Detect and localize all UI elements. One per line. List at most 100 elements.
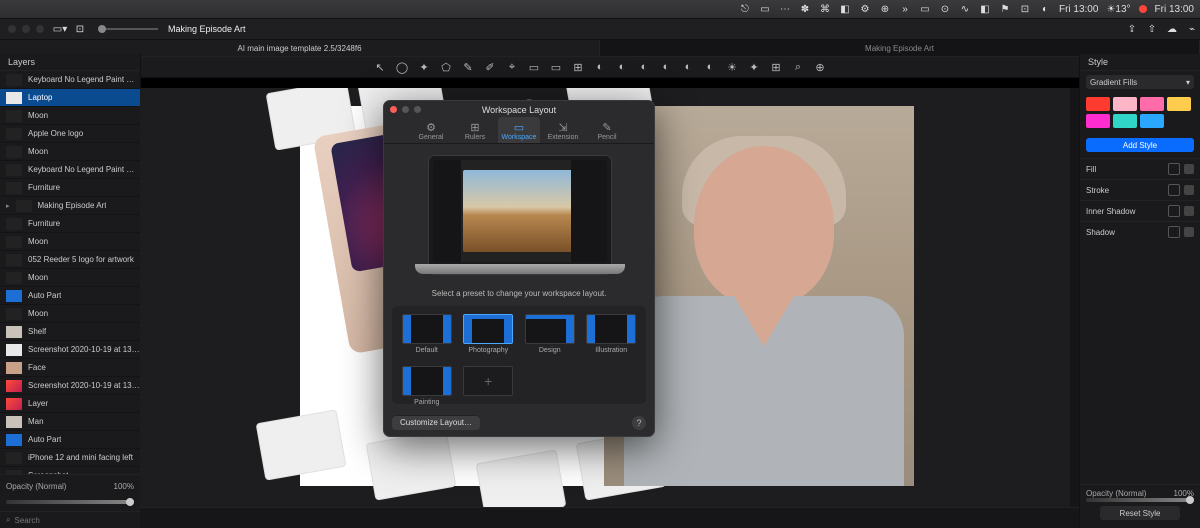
layer-name: Screenshot 2020-10-19 at 13.0… <box>28 381 140 390</box>
menubar-status-icon[interactable]: ◧ <box>979 3 991 15</box>
layer-row[interactable]: 052 Reeder 5 logo for artwork <box>0 251 140 269</box>
preset-painting[interactable]: Painting <box>400 366 454 410</box>
reset-style-button[interactable]: Reset Style <box>1100 506 1180 520</box>
add-style-button[interactable]: Add Style <box>1086 138 1194 152</box>
apple-menu-icon[interactable] <box>10 3 22 15</box>
export-icon[interactable]: ⇪ <box>1126 23 1138 35</box>
menubar-status-icon[interactable]: ∿ <box>959 3 971 15</box>
layer-row[interactable]: Moon <box>0 305 140 323</box>
layers-list[interactable]: Keyboard No Legend Paint CopyLaptopMoonA… <box>0 71 140 474</box>
layer-row[interactable]: Man <box>0 413 140 431</box>
preset-photography[interactable]: Photography <box>462 314 516 358</box>
notification-dot-icon[interactable] <box>1139 5 1147 13</box>
menubar-status-icon[interactable]: ⊡ <box>1019 3 1031 15</box>
dialog-tab-extension[interactable]: ⇲Extension <box>542 117 584 143</box>
layer-row[interactable]: Furniture <box>0 179 140 197</box>
layer-row[interactable]: iPhone 12 and mini facing left <box>0 449 140 467</box>
layer-row[interactable]: Moon <box>0 143 140 161</box>
menubar-status-icon[interactable]: ⊕ <box>879 3 891 15</box>
layer-row[interactable]: Moon <box>0 269 140 287</box>
layer-name: Furniture <box>28 219 60 228</box>
property-toggle-icon[interactable] <box>1168 205 1180 217</box>
menubar-clock[interactable]: Fri 13:00 <box>1059 3 1098 15</box>
style-opacity-slider[interactable] <box>1086 498 1194 502</box>
menubar-status-icon[interactable]: ⚑ <box>999 3 1011 15</box>
document-title: Making Episode Art <box>168 24 246 34</box>
layer-row[interactable]: Layer <box>0 395 140 413</box>
color-swatch[interactable] <box>1086 114 1110 128</box>
style-property-row[interactable]: Shadow <box>1080 221 1200 242</box>
layer-row[interactable]: Shelf <box>0 323 140 341</box>
layer-row[interactable]: Auto Part <box>0 431 140 449</box>
layer-row[interactable]: Screenshot 2020-10-19 at 13.0… <box>0 377 140 395</box>
menubar-status-icon[interactable]: ⋯ <box>779 3 791 15</box>
style-property-row[interactable]: Inner Shadow <box>1080 200 1200 221</box>
layer-row[interactable]: Face <box>0 359 140 377</box>
help-button[interactable]: ? <box>632 416 646 430</box>
layer-row[interactable]: Moon <box>0 107 140 125</box>
dialog-tab-workspace[interactable]: ▭Workspace <box>498 117 540 143</box>
menubar-status-icon[interactable]: ▭ <box>759 3 771 15</box>
layer-row[interactable]: Laptop <box>0 89 140 107</box>
property-toggle-icon[interactable] <box>1168 226 1180 238</box>
layer-row[interactable]: ▸Making Episode Art <box>0 197 140 215</box>
layer-row[interactable]: Apple One logo <box>0 125 140 143</box>
disclosure-icon[interactable]: ▸ <box>6 202 10 210</box>
preset-default[interactable]: Default <box>400 314 454 358</box>
menubar-status-icon[interactable]: ⎋ <box>739 3 751 15</box>
property-color-icon[interactable] <box>1184 206 1194 216</box>
preset-design[interactable]: Design <box>523 314 577 358</box>
customize-layout-button[interactable]: Customize Layout… <box>392 415 480 430</box>
style-property-row[interactable]: Stroke <box>1080 179 1200 200</box>
opacity-label[interactable]: Opacity (Normal) <box>6 482 66 491</box>
layer-row[interactable]: Screenshot 2020-10-19 at 13.0… <box>0 341 140 359</box>
color-swatch[interactable] <box>1113 114 1137 128</box>
menubar-status-icon[interactable]: ✽ <box>799 3 811 15</box>
dialog-tab-rulers[interactable]: ⊞Rulers <box>454 117 496 143</box>
menubar-weather[interactable]: ☀13° <box>1106 3 1130 15</box>
layer-row[interactable]: Keyboard No Legend Paint Cop… <box>0 161 140 179</box>
layer-row[interactable]: Screenshot <box>0 467 140 474</box>
color-swatch[interactable] <box>1140 114 1164 128</box>
menubar-status-icon[interactable]: ⚙ <box>859 3 871 15</box>
dialog-tab-general[interactable]: ⚙General <box>410 117 452 143</box>
menubar-date[interactable]: Fri 13:00 <box>1155 3 1194 15</box>
layer-row[interactable]: Keyboard No Legend Paint Copy <box>0 71 140 89</box>
layer-row[interactable]: Furniture <box>0 215 140 233</box>
layer-thumbnail <box>6 218 22 230</box>
cloud-icon[interactable]: ☁ <box>1166 23 1178 35</box>
color-swatch[interactable] <box>1167 97 1191 111</box>
color-swatch[interactable] <box>1113 97 1137 111</box>
menubar-status-icon[interactable]: ⊙ <box>939 3 951 15</box>
menubar-status-icon[interactable]: » <box>899 3 911 15</box>
opacity-slider[interactable] <box>6 500 134 504</box>
style-opacity-label[interactable]: Opacity (Normal) <box>1086 489 1146 498</box>
property-color-icon[interactable] <box>1184 227 1194 237</box>
menubar-status-icon[interactable]: ▭ <box>919 3 931 15</box>
color-swatch[interactable] <box>1140 97 1164 111</box>
menubar-status-icon[interactable]: ◧ <box>839 3 851 15</box>
menubar-status-icon[interactable]: ⌘ <box>819 3 831 15</box>
wifi-icon[interactable]: ⌁ <box>1186 23 1198 35</box>
share-icon[interactable]: ⇧ <box>1146 23 1158 35</box>
traffic-lights[interactable] <box>8 25 44 33</box>
style-property-row[interactable]: Fill <box>1080 158 1200 179</box>
zoom-slider[interactable] <box>98 28 158 30</box>
view-mode-icon[interactable]: ⊡ <box>74 23 86 35</box>
menubar-status-icon[interactable]: ◐ <box>1039 3 1051 15</box>
layer-name: Face <box>28 363 46 372</box>
property-color-icon[interactable] <box>1184 164 1194 174</box>
layers-search[interactable]: ⌕ Search <box>0 511 140 528</box>
layer-row[interactable]: Moon <box>0 233 140 251</box>
layer-name: Auto Part <box>28 435 61 444</box>
property-toggle-icon[interactable] <box>1168 184 1180 196</box>
property-toggle-icon[interactable] <box>1168 163 1180 175</box>
layer-row[interactable]: Auto Part <box>0 287 140 305</box>
preset-illustration[interactable]: Illustration <box>585 314 639 358</box>
sidebar-toggle-icon[interactable]: ▭▾ <box>54 23 66 35</box>
property-color-icon[interactable] <box>1184 185 1194 195</box>
add-preset-button[interactable]: + <box>462 366 516 410</box>
style-dropdown[interactable]: Gradient Fills ▾ <box>1086 75 1194 89</box>
dialog-tab-pencil[interactable]: ✎Pencil <box>586 117 628 143</box>
color-swatch[interactable] <box>1086 97 1110 111</box>
